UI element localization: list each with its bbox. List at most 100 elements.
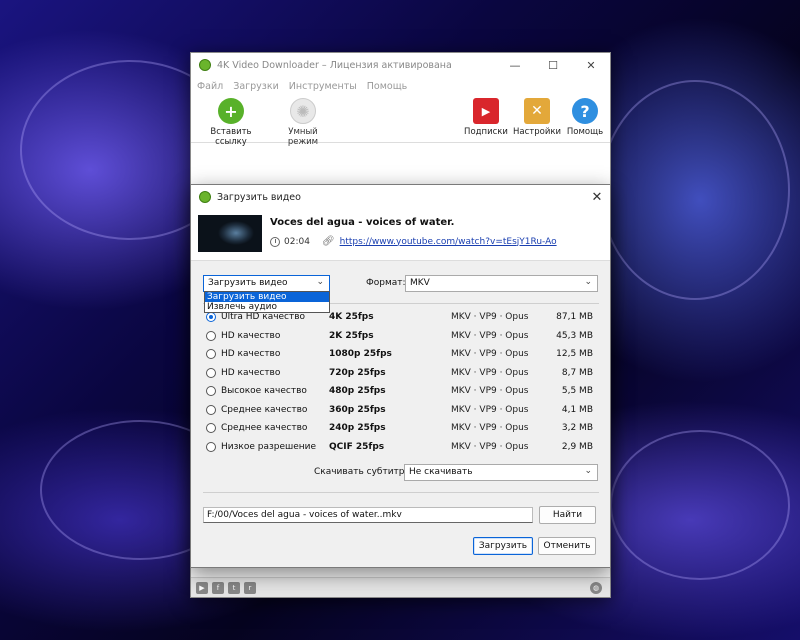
cancel-button[interactable]: Отменить	[538, 537, 596, 555]
download-button[interactable]: Загрузить	[473, 537, 533, 555]
video-info: Voces del agua - voices of water. 02:04 …	[191, 209, 610, 261]
quality-size: 8,7 MB	[561, 367, 593, 378]
tools-icon: ✕	[524, 98, 550, 124]
help-button[interactable]: ? Помощь	[565, 98, 605, 137]
mode-option-video[interactable]: Загрузить видео	[205, 292, 329, 302]
quality-resolution: 480p 25fps	[329, 386, 386, 396]
quality-format: MKV · VP9 · Opus	[451, 312, 529, 322]
twitter-icon[interactable]: t	[228, 581, 240, 594]
radio-button[interactable]	[206, 367, 216, 378]
quality-name: Среднее качество	[221, 404, 308, 415]
quality-option[interactable]: Высокое качество 480p 25fps MKV · VP9 · Op…	[205, 383, 601, 401]
quality-size: 12,5 MB	[556, 349, 593, 359]
smart-mode-button[interactable]: ✺ Умный режим	[273, 98, 333, 147]
plus-icon: +	[218, 98, 244, 124]
quality-format: MKV · VP9 · Opus	[451, 367, 529, 378]
quality-size: 2,9 MB	[561, 441, 593, 452]
format-select[interactable]: MKV ⌄	[405, 275, 598, 292]
radio-button[interactable]	[206, 423, 216, 433]
link-icon: 🔗︎	[321, 236, 335, 247]
quality-size: 45,3 MB	[556, 330, 593, 341]
quality-resolution: 2K 25fps	[329, 330, 374, 341]
facebook-icon[interactable]: f	[212, 581, 224, 594]
toolbar: + Вставить ссылку ✺ Умный режим ▶ Подпис…	[191, 95, 610, 147]
quality-resolution: 720p 25fps	[329, 367, 386, 378]
chevron-down-icon: ⌄	[316, 277, 324, 287]
video-duration: 02:04	[284, 236, 310, 247]
radio-button[interactable]	[206, 441, 216, 452]
quality-size: 87,1 MB	[556, 312, 593, 322]
quality-option[interactable]: HD качество 720p 25fps MKV · VP9 · Opus 8,7…	[205, 365, 601, 383]
app-logo-icon	[199, 59, 211, 71]
quality-name: HD качество	[221, 349, 281, 359]
menu-file[interactable]: Файл	[197, 81, 223, 92]
quality-resolution: 360p 25fps	[329, 404, 386, 415]
quality-option[interactable]: Низкое разрешение QCIF 25fps MKV · VP9 · O…	[205, 439, 601, 457]
video-meta: 02:04 🔗︎ https://www.youtube.com/watch?v…	[270, 236, 557, 247]
quality-resolution: 240p 25fps	[329, 423, 386, 433]
status-bar: ▶ f t r ◍	[191, 577, 610, 597]
quality-option[interactable]: Среднее качество 360p 25fps MKV · VP9 · Op…	[205, 402, 601, 420]
subtitles-select[interactable]: Не скачивать ⌄	[404, 464, 598, 481]
reddit-icon[interactable]: r	[244, 581, 256, 594]
dialog-title-bar: Загрузить видео ✕	[191, 185, 610, 209]
menu-downloads[interactable]: Загрузки	[233, 81, 279, 92]
quality-size: 5,5 MB	[561, 386, 593, 396]
youtube-icon[interactable]: ▶	[196, 581, 208, 594]
quality-size: 3,2 MB	[561, 423, 593, 433]
format-select-value: MKV	[410, 278, 430, 288]
app-logo-icon	[199, 191, 211, 203]
subtitles-select-value: Не скачивать	[409, 467, 473, 477]
quality-format: MKV · VP9 · Opus	[451, 441, 529, 452]
globe-icon[interactable]: ◍	[590, 581, 602, 594]
quality-name: Среднее качество	[221, 423, 308, 433]
subscriptions-label: Подписки	[464, 127, 508, 137]
save-path-input[interactable]: F:/00/Voces del agua - voices of water..…	[203, 507, 533, 523]
subscriptions-button[interactable]: ▶ Подписки	[463, 98, 509, 137]
browse-button[interactable]: Найти	[539, 506, 596, 524]
mode-dropdown: Загрузить видео Извлечь аудио	[204, 291, 330, 313]
settings-button[interactable]: ✕ Настройки	[513, 98, 561, 137]
subscriptions-icon: ▶	[473, 98, 499, 124]
quality-resolution: QCIF 25fps	[329, 441, 385, 452]
download-dialog: Загрузить видео ✕ Voces del agua - voice…	[190, 184, 611, 568]
radio-button[interactable]	[206, 312, 216, 322]
close-button[interactable]: ✕	[572, 53, 610, 77]
menu-help[interactable]: Помощь	[367, 81, 407, 92]
wallpaper-swirl	[600, 80, 790, 300]
paste-link-button[interactable]: + Вставить ссылку	[195, 98, 267, 147]
quality-option[interactable]: HD качество 2K 25fps MKV · VP9 · Opus 45,3 …	[205, 328, 601, 346]
radio-button[interactable]	[206, 349, 216, 359]
quality-size: 4,1 MB	[561, 404, 593, 415]
subtitles-label: Скачивать субтитры:	[314, 467, 415, 477]
quality-format: MKV · VP9 · Opus	[451, 386, 529, 396]
minimize-button[interactable]: —	[496, 53, 534, 77]
quality-option[interactable]: HD качество 1080p 25fps MKV · VP9 · Opus 12…	[205, 346, 601, 364]
smart-mode-label: Умный режим	[287, 127, 319, 147]
title-bar: 4K Video Downloader – Лицензия активиров…	[191, 53, 610, 77]
question-icon: ?	[572, 98, 598, 124]
quality-name: HD качество	[221, 367, 281, 378]
format-label: Формат:	[366, 278, 406, 288]
quality-resolution: 4K 25fps	[329, 312, 374, 322]
mode-select[interactable]: Загрузить видео ⌄	[203, 275, 330, 292]
help-label: Помощь	[566, 127, 604, 137]
video-title: Voces del agua - voices of water.	[270, 217, 455, 228]
quality-format: MKV · VP9 · Opus	[451, 330, 529, 341]
window-title: 4K Video Downloader – Лицензия активиров…	[217, 59, 452, 71]
dialog-close-button[interactable]: ✕	[584, 190, 610, 205]
quality-name: Высокое качество	[221, 386, 307, 396]
quality-format: MKV · VP9 · Opus	[451, 404, 529, 415]
chevron-down-icon: ⌄	[584, 277, 592, 287]
radio-button[interactable]	[206, 386, 216, 396]
menu-bar: Файл Загрузки Инструменты Помощь	[191, 77, 610, 95]
dialog-title: Загрузить видео	[217, 191, 301, 203]
radio-button[interactable]	[206, 330, 216, 341]
maximize-button[interactable]: ☐	[534, 53, 572, 77]
video-url-link[interactable]: https://www.youtube.com/watch?v=tEsjY1Ru…	[340, 237, 557, 247]
menu-tools[interactable]: Инструменты	[289, 81, 357, 92]
mode-select-value: Загрузить видео	[208, 278, 288, 288]
radio-button[interactable]	[206, 404, 216, 415]
mode-option-audio[interactable]: Извлечь аудио	[205, 302, 329, 312]
quality-option[interactable]: Среднее качество 240p 25fps MKV · VP9 · Op…	[205, 420, 601, 438]
